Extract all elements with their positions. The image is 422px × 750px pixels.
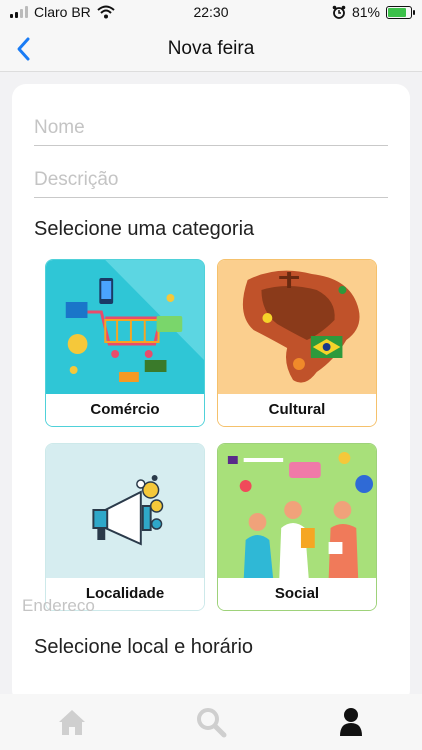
category-label: Comércio [46, 394, 204, 426]
description-field[interactable] [34, 152, 388, 198]
location-heading: Selecione local e horário [34, 636, 254, 658]
social-illustration [218, 444, 376, 580]
commerce-illustration [46, 260, 204, 396]
battery-percent: 81% [351, 4, 380, 20]
battery-icon [386, 5, 415, 19]
name-field[interactable] [34, 100, 388, 146]
description-input[interactable] [34, 152, 388, 197]
category-label: Cultural [218, 394, 376, 426]
address-field[interactable]: Endereco [22, 596, 376, 616]
alarm-icon [332, 5, 346, 19]
tab-bar [0, 694, 422, 750]
search-icon[interactable] [193, 704, 229, 740]
megaphone-illustration [46, 444, 204, 580]
category-tile-cultural[interactable]: Cultural [217, 259, 377, 427]
category-tile-localidade[interactable]: Localidade [45, 443, 205, 611]
navigation-bar: Nova feira [0, 26, 422, 72]
status-bar: Claro BR 22:30 81% [0, 0, 422, 26]
category-tile-comercio[interactable]: Comércio [45, 259, 205, 427]
home-icon[interactable] [54, 704, 90, 740]
user-icon[interactable] [333, 704, 369, 740]
name-input[interactable] [34, 100, 388, 145]
cultural-illustration [218, 260, 376, 396]
category-tile-social[interactable]: Social [217, 443, 377, 611]
category-heading: Selecione uma categoria [34, 218, 255, 240]
page-title: Nova feira [167, 38, 255, 59]
